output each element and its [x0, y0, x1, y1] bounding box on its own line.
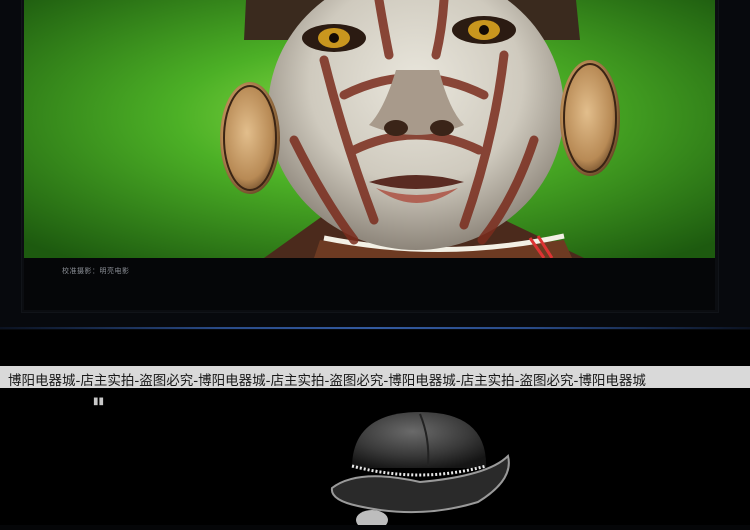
watermark-band: 博阳电器城-店主实拍-盗图必究-博阳电器城-店主实拍-盗图必究-博阳电器城-店主… [0, 366, 750, 388]
portrait-photo [24, 0, 715, 258]
bowler-hat-figure [328, 408, 512, 530]
watermark-text: 博阳电器城-店主实拍-盗图必究-博阳电器城-店主实拍-盗图必究-博阳电器城-店主… [8, 373, 646, 388]
caption-strip: 校准摄影：明亮电影 [24, 258, 715, 310]
photo-caption: 校准摄影：明亮电影 [62, 268, 130, 275]
pause-mark: ▮▮ [93, 396, 105, 407]
divider-line [0, 327, 750, 329]
